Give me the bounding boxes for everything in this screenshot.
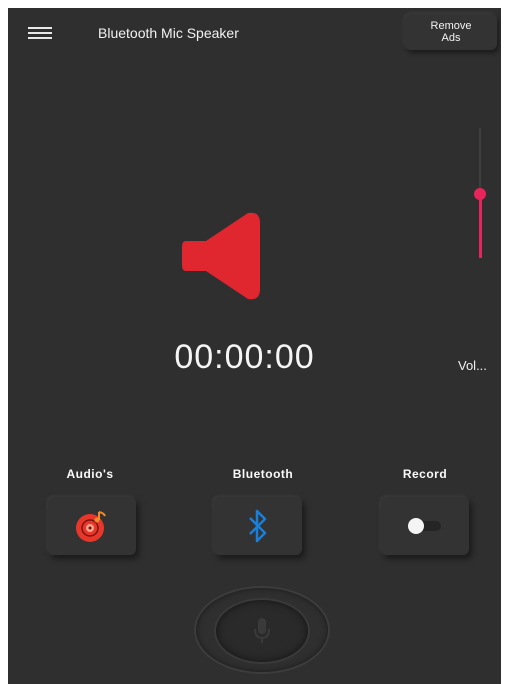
toggle-icon bbox=[408, 518, 441, 534]
top-bar: Bluetooth Mic Speaker Remove Ads bbox=[8, 8, 501, 58]
music-disc-icon bbox=[76, 511, 106, 542]
app-title: Bluetooth Mic Speaker bbox=[98, 25, 239, 41]
bluetooth-icon bbox=[249, 509, 267, 543]
record-label: Record bbox=[402, 467, 448, 481]
bluetooth-button[interactable] bbox=[214, 497, 302, 555]
record-toggle-button[interactable] bbox=[381, 497, 469, 555]
volume-label: Vol... bbox=[458, 358, 487, 373]
volume-slider-thumb[interactable] bbox=[474, 188, 486, 200]
speaker-icon[interactable] bbox=[178, 211, 268, 301]
remove-ads-button[interactable]: Remove Ads bbox=[405, 14, 497, 50]
microphone-icon bbox=[254, 618, 270, 643]
hamburger-menu-icon[interactable] bbox=[28, 24, 52, 44]
audios-label: Audio's bbox=[66, 467, 114, 481]
bluetooth-label: Bluetooth bbox=[232, 467, 294, 481]
audios-button[interactable] bbox=[48, 497, 136, 555]
app-screen: Bluetooth Mic Speaker Remove Ads 00:00:0… bbox=[8, 8, 501, 684]
recording-timer: 00:00:00 bbox=[174, 338, 315, 376]
volume-slider-fill bbox=[479, 194, 482, 258]
mic-button[interactable] bbox=[216, 600, 308, 662]
